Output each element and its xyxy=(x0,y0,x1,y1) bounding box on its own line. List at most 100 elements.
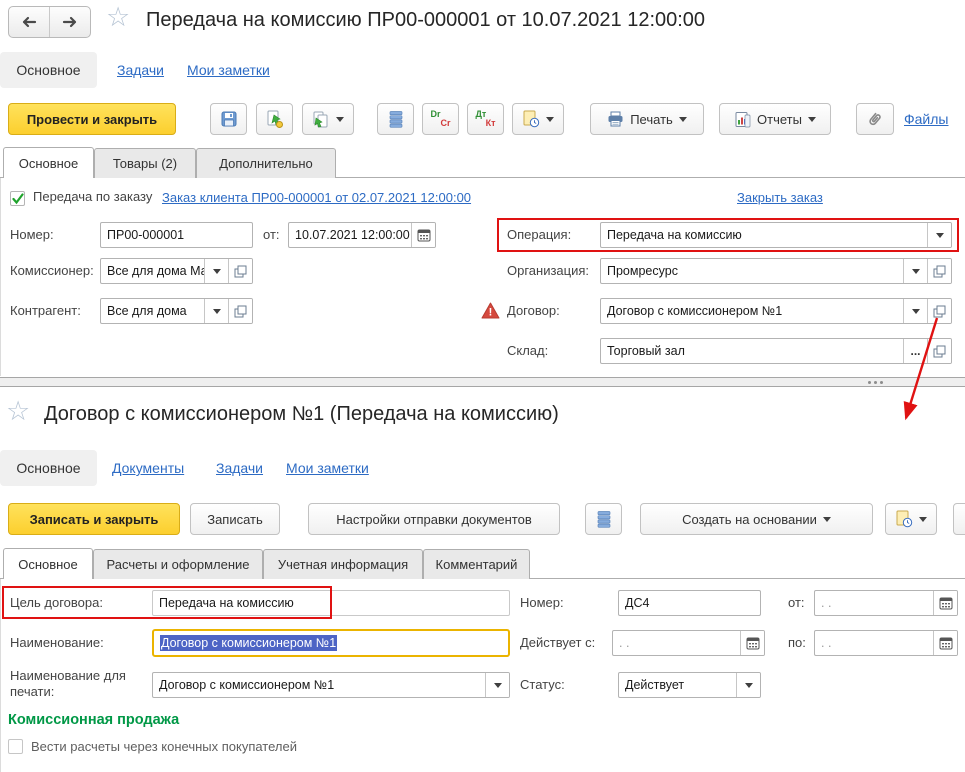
window-splitter[interactable] xyxy=(0,377,965,387)
dropdown-button[interactable] xyxy=(903,299,927,323)
status-label: Статус: xyxy=(520,677,565,692)
open-in-form-icon xyxy=(234,265,247,277)
open-button[interactable] xyxy=(927,259,951,283)
win1-tab-main[interactable]: Основное xyxy=(3,147,94,178)
create-based-on-button[interactable]: Создать на основании xyxy=(640,503,873,535)
calendar-button[interactable] xyxy=(740,631,764,655)
print-menu-button[interactable]: Печать xyxy=(590,103,704,135)
chevron-down-icon xyxy=(678,117,687,126)
valid-from-input[interactable]: . . xyxy=(612,630,765,656)
open-button[interactable] xyxy=(927,339,951,363)
chevron-down-icon xyxy=(822,517,831,526)
purpose-label: Цель договора: xyxy=(10,595,103,610)
send-settings-button[interactable]: Настройки отправки документов xyxy=(308,503,560,535)
close-order-link[interactable]: Закрыть заказ xyxy=(737,190,823,205)
attachments-button[interactable] xyxy=(856,103,894,135)
contract-number-input[interactable]: ДС4 xyxy=(618,590,761,616)
chevron-down-icon xyxy=(911,269,920,278)
open-button[interactable] xyxy=(228,259,252,283)
settle-through-buyers-label: Вести расчеты через конечных покупателей xyxy=(31,739,297,754)
open-in-form-icon xyxy=(933,345,946,357)
dropdown-button[interactable] xyxy=(485,673,509,697)
win2-nav-tasks[interactable]: Задачи xyxy=(216,460,263,476)
name-input[interactable]: Договор с комиссионером №1 xyxy=(152,629,510,657)
win1-tab-extra[interactable]: Дополнительно xyxy=(196,148,336,178)
win2-tab-main[interactable]: Основное xyxy=(3,548,93,579)
win1-nav-main[interactable]: Основное xyxy=(0,52,97,88)
dropdown-button[interactable] xyxy=(927,223,951,247)
back-button[interactable] xyxy=(9,7,49,37)
client-order-link[interactable]: Заказ клиента ПР00-000001 от 02.07.2021 … xyxy=(162,190,471,205)
win2-nav-main[interactable]: Основное xyxy=(0,450,97,486)
calendar-button[interactable] xyxy=(933,591,957,615)
structure-button-2[interactable] xyxy=(585,503,622,535)
open-button[interactable] xyxy=(228,299,252,323)
counterparty-combo[interactable]: Все для дома xyxy=(100,298,253,324)
win2-nav-notes[interactable]: Мои заметки xyxy=(286,460,369,476)
document-structure-button[interactable] xyxy=(377,103,414,135)
purpose-input[interactable]: Передача на комиссию xyxy=(152,590,510,616)
dtkt-button[interactable]: Дт Кт xyxy=(467,103,504,135)
choose-button[interactable]: ... xyxy=(903,339,927,363)
transfer-by-order-checkbox[interactable] xyxy=(10,191,25,206)
post-and-close-button[interactable]: Провести и закрыть xyxy=(8,103,176,135)
number-input[interactable]: ПР00-000001 xyxy=(100,222,253,248)
contract-date-label: от: xyxy=(788,595,805,610)
commission-sale-heading: Комиссионная продажа xyxy=(8,712,180,728)
open-in-form-icon xyxy=(933,305,946,317)
organization-combo[interactable]: Промресурс xyxy=(600,258,952,284)
schedule-menu-button[interactable] xyxy=(512,103,564,135)
operation-combo[interactable]: Передача на комиссию xyxy=(600,222,952,248)
chevron-down-icon xyxy=(493,683,502,692)
win1-nav-tasks[interactable]: Задачи xyxy=(117,62,164,78)
contract-combo[interactable]: Договор с комиссионером №1 xyxy=(600,298,952,324)
win1-tab-goods[interactable]: Товары (2) xyxy=(94,148,196,178)
win2-tab-comment[interactable]: Комментарий xyxy=(423,549,530,579)
valid-to-input[interactable]: . . xyxy=(814,630,958,656)
post-document-button[interactable] xyxy=(256,103,293,135)
dropdown-button[interactable] xyxy=(204,259,228,283)
splitter-handle-icon xyxy=(860,378,890,386)
dtkt-icon: Дт Кт xyxy=(475,109,496,128)
win2-tab-settlements[interactable]: Расчеты и оформление xyxy=(93,549,263,579)
chevron-down-icon xyxy=(919,517,927,526)
contract-date-input[interactable]: . . xyxy=(814,590,958,616)
dropdown-button[interactable] xyxy=(204,299,228,323)
favorite-star-icon[interactable]: ☆ xyxy=(6,398,30,425)
settle-through-buyers-checkbox[interactable] xyxy=(8,739,23,754)
save-button-2[interactable]: Записать xyxy=(190,503,280,535)
open-button[interactable] xyxy=(927,299,951,323)
number-label: Номер: xyxy=(10,227,54,242)
clipped-toolbar-button[interactable] xyxy=(953,503,965,535)
floppy-icon xyxy=(221,111,236,127)
calendar-icon xyxy=(939,637,952,650)
files-link[interactable]: Файлы xyxy=(904,111,948,127)
save-and-close-button[interactable]: Записать и закрыть xyxy=(8,503,180,535)
calendar-icon xyxy=(746,637,759,650)
dropdown-button[interactable] xyxy=(903,259,927,283)
drcr-button[interactable]: Dr Cr xyxy=(422,103,459,135)
open-in-form-icon xyxy=(234,305,247,317)
calendar-button[interactable] xyxy=(411,223,435,247)
warehouse-field[interactable]: Торговый зал ... xyxy=(600,338,952,364)
forward-button[interactable] xyxy=(49,7,90,37)
date-input[interactable]: 10.07.2021 12:00:00 xyxy=(288,222,436,248)
calendar-button[interactable] xyxy=(933,631,957,655)
chevron-down-icon xyxy=(935,233,944,242)
print-name-combo[interactable]: Договор с комиссионером №1 xyxy=(152,672,510,698)
schedule-menu-button-2[interactable] xyxy=(885,503,937,535)
commissioner-combo[interactable]: Все для дома Магазин xyxy=(100,258,253,284)
win2-nav-documents[interactable]: Документы xyxy=(112,460,184,476)
status-combo[interactable]: Действует xyxy=(618,672,761,698)
dropdown-button[interactable] xyxy=(736,673,760,697)
form-border xyxy=(0,579,1,772)
win2-tab-accounting[interactable]: Учетная информация xyxy=(263,549,423,579)
save-button[interactable] xyxy=(210,103,247,135)
form-border xyxy=(0,178,1,376)
reports-menu-button[interactable]: Отчеты xyxy=(719,103,831,135)
printer-icon xyxy=(608,111,623,127)
favorite-star-icon[interactable]: ☆ xyxy=(106,4,130,31)
calendar-icon xyxy=(939,597,952,610)
post-menu-button[interactable] xyxy=(302,103,354,135)
win1-nav-notes[interactable]: Мои заметки xyxy=(187,62,270,78)
